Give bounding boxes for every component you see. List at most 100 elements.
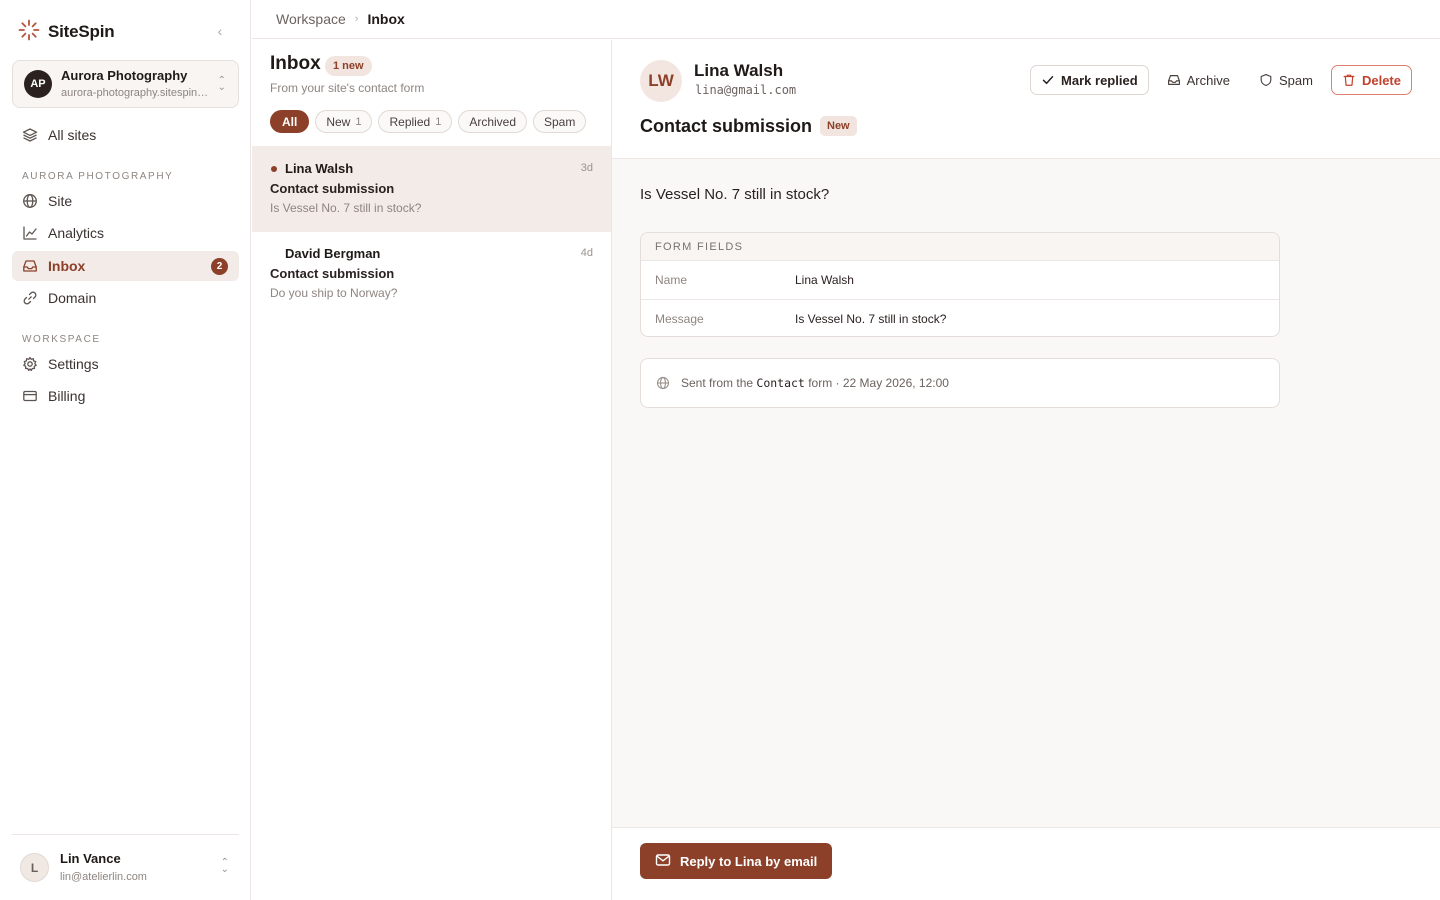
chevron-updown-icon: ⌃ ⌄ (217, 75, 226, 93)
inbox-subtitle: From your site's contact form (270, 81, 425, 95)
link-icon (22, 290, 38, 306)
sidebar-item-analytics[interactable]: Analytics (12, 218, 239, 248)
spam-button[interactable]: Spam (1248, 65, 1324, 95)
section-label-site: Aurora Photography (22, 171, 174, 182)
breadcrumb: Workspace › Inbox (252, 0, 1440, 39)
archive-button[interactable]: Archive (1155, 65, 1241, 95)
inbox-count-badge: 2 (211, 258, 228, 275)
user-email: lin@atelierlin.com (60, 871, 147, 883)
list-item[interactable]: Lina Walsh 3d Contact submission Is Vess… (252, 146, 611, 232)
message-subject: Contact submission (270, 181, 395, 196)
user-name: Lin Vance (60, 851, 121, 866)
sidebar-item-label: Settings (48, 356, 99, 372)
form-field-row: Name Lina Walsh (641, 261, 1279, 299)
globe-icon (22, 193, 38, 209)
button-label: Archive (1186, 72, 1230, 88)
sidebar-item-site[interactable]: Site (12, 186, 239, 216)
mail-icon (655, 853, 671, 870)
filter-spam[interactable]: Spam (533, 110, 587, 133)
button-label: Delete (1361, 72, 1401, 88)
sender-email[interactable]: lina@gmail.com (695, 83, 796, 97)
archive-icon (1167, 73, 1181, 87)
site-avatar: AP (24, 70, 52, 98)
filter-archived[interactable]: Archived (458, 110, 527, 133)
field-key: Message (655, 311, 704, 326)
collapse-sidebar-button[interactable]: ‹ (211, 22, 229, 40)
sidebar-item-label: Inbox (48, 258, 86, 274)
chevron-left-icon: ‹ (217, 23, 223, 39)
inbox-icon (22, 258, 38, 274)
message-sender: Lina Walsh (270, 161, 593, 177)
filter-label: Replied (389, 114, 431, 129)
globe-icon (656, 376, 670, 390)
filter-label: Archived (469, 114, 516, 129)
form-fields-heading: Form fields (641, 233, 1279, 261)
avatar: L (20, 853, 49, 882)
trash-icon (1342, 73, 1356, 87)
button-label: Spam (1279, 72, 1313, 88)
sender-name: Lina Walsh (694, 61, 784, 80)
chevron-right-icon: › (354, 13, 359, 25)
form-field-row: Message Is Vessel No. 7 still in stock? (641, 299, 1279, 336)
delete-button[interactable]: Delete (1330, 65, 1412, 95)
sidebar-item-domain[interactable]: Domain (12, 283, 239, 313)
filter-label: All (282, 114, 298, 129)
sender-name: Lina Walsh (285, 161, 354, 176)
message-list-pane: Inbox 1 new From your site's contact for… (252, 40, 612, 900)
filter-all[interactable]: All (270, 110, 310, 133)
page-title: Inbox (270, 53, 321, 74)
sent-suffix: form · 22 May 2026, 12:00 (808, 376, 949, 390)
sitespin-logo-icon (18, 19, 40, 44)
message-snippet: Do you ship to Norway? (270, 286, 398, 300)
reply-footer: Reply to Lina by email (612, 827, 1440, 900)
chevron-updown-icon: ⌃ ⌄ (220, 857, 229, 875)
section-label-workspace: Workspace (22, 334, 101, 345)
filter-label: New (326, 114, 351, 129)
user-menu[interactable]: L Lin Vance lin@atelierlin.com ⌃ ⌄ (12, 834, 239, 900)
button-label: Reply to Lina by email (680, 853, 818, 869)
filter-chips: All New 1 Replied 1 Archived Spam (270, 110, 587, 133)
credit-card-icon (22, 388, 38, 404)
message-detail-pane: LW Lina Walsh lina@gmail.com Contact sub… (612, 40, 1440, 900)
filter-count: 1 (355, 115, 362, 128)
layers-icon (22, 127, 38, 143)
message-snippet: Is Vessel No. 7 still in stock? (270, 201, 422, 215)
site-url: aurora-photography.sitespin.app (61, 87, 211, 99)
check-icon (1041, 73, 1055, 87)
breadcrumb-inbox: Inbox (367, 11, 405, 27)
sender-name: David Bergman (285, 246, 381, 261)
gear-icon (22, 356, 38, 372)
detail-header: LW Lina Walsh lina@gmail.com Contact sub… (612, 40, 1440, 159)
list-item[interactable]: David Bergman 4d Contact submission Do y… (252, 231, 611, 317)
breadcrumb-workspace[interactable]: Workspace (276, 11, 346, 27)
sidebar-item-all-sites[interactable]: All sites (12, 120, 239, 150)
status-badge: New (820, 116, 857, 136)
sidebar-item-label: Site (48, 193, 73, 209)
sidebar-item-label: Billing (48, 388, 86, 404)
brand[interactable]: SiteSpin (18, 19, 115, 44)
mark-replied-button[interactable]: Mark replied (1030, 65, 1149, 95)
new-count-badge: 1 new (325, 56, 372, 76)
button-label: Mark replied (1061, 72, 1138, 88)
site-name: Aurora Photography (61, 68, 188, 83)
submission-title: Contact submission (640, 116, 813, 136)
chart-line-icon (22, 225, 38, 241)
message-age: 3d (580, 162, 593, 174)
sidebar-item-label: Analytics (48, 225, 105, 241)
sent-info-card: Sent from the Contact form · 22 May 2026… (640, 358, 1280, 408)
sidebar-item-inbox[interactable]: Inbox 2 (12, 251, 239, 281)
message-age: 4d (580, 247, 593, 259)
app-name: SiteSpin (48, 21, 115, 41)
sidebar-item-label: Domain (48, 290, 97, 306)
message-subject: Contact submission (270, 266, 395, 281)
unread-dot-icon (271, 166, 277, 172)
filter-new[interactable]: New 1 (315, 110, 373, 133)
field-value: Is Vessel No. 7 still in stock? (795, 311, 947, 326)
sidebar-item-settings[interactable]: Settings (12, 349, 239, 379)
site-switcher[interactable]: AP Aurora Photography aurora-photography… (12, 60, 239, 108)
filter-label: Spam (544, 114, 576, 129)
reply-by-email-button[interactable]: Reply to Lina by email (640, 843, 833, 879)
form-fields-card: Form fields Name Lina Walsh Message Is V… (640, 232, 1280, 337)
filter-replied[interactable]: Replied 1 (378, 110, 453, 133)
sidebar-item-billing[interactable]: Billing (12, 381, 239, 411)
